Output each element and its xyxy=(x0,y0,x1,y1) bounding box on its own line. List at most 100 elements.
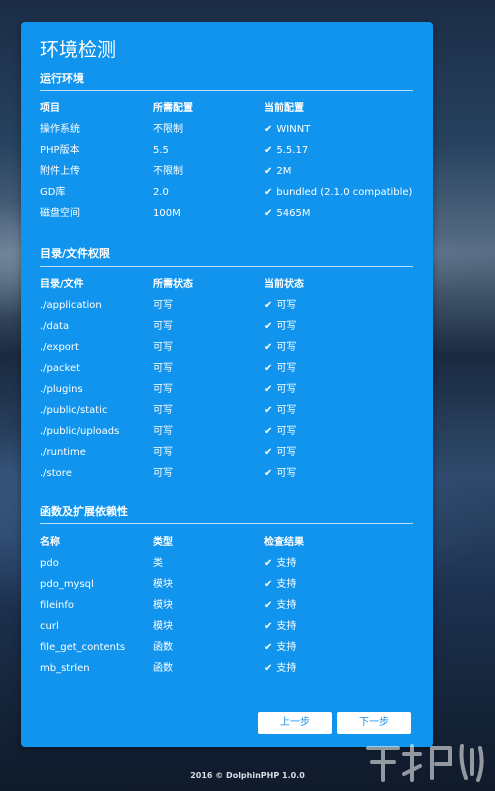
cell-required: 可写 xyxy=(153,384,173,395)
cell-path: ./packet xyxy=(40,363,81,374)
table-row: curl 模块 ✔ 支持 xyxy=(40,619,420,635)
table-row: pdo_mysql 模块 ✔ 支持 xyxy=(40,577,420,593)
cell-path: ./public/uploads xyxy=(40,426,120,437)
cell-item: 附件上传 xyxy=(40,166,80,177)
section-title-funcs: 函数及扩展依赖性 xyxy=(40,505,128,518)
cell-result-value: 支持 xyxy=(276,558,297,569)
cell-current-value: 可写 xyxy=(276,447,297,458)
cell-required: 2.0 xyxy=(153,187,169,198)
cell-name: pdo_mysql xyxy=(40,579,94,590)
cell-required: 可写 xyxy=(153,300,173,311)
divider xyxy=(40,523,413,524)
table-row: GD库 2.0 ✔ bundled (2.1.0 compatible) xyxy=(40,185,420,201)
table-row: ./public/static 可写 ✔ 可写 xyxy=(40,403,420,419)
cell-result: ✔ 支持 xyxy=(264,640,296,656)
cell-path: ./store xyxy=(40,468,72,479)
divider xyxy=(40,90,413,91)
check-icon: ✔ xyxy=(264,208,273,219)
divider xyxy=(40,266,413,267)
table-row: 磁盘空间 100M ✔ 5465M xyxy=(40,206,420,222)
cell-result-value: 支持 xyxy=(276,663,297,674)
cell-current-value: 可写 xyxy=(276,342,297,353)
cell-required: 不限制 xyxy=(153,166,183,177)
header-current: 当前配置 xyxy=(264,103,304,114)
cell-required: 可写 xyxy=(153,342,173,353)
table-row: PHP版本 5.5 ✔ 5.5.17 xyxy=(40,143,420,159)
cell-current: ✔ 5.5.17 xyxy=(264,143,308,159)
check-icon: ✔ xyxy=(264,363,273,374)
cell-current-value: 可写 xyxy=(276,468,297,479)
cell-item: 磁盘空间 xyxy=(40,208,80,219)
cell-current: ✔ 可写 xyxy=(264,361,296,377)
table-header: 项目 所需配置 当前配置 xyxy=(40,101,420,117)
cell-current: ✔ bundled (2.1.0 compatible) xyxy=(264,185,412,201)
cell-type: 函数 xyxy=(153,663,173,674)
prev-step-button[interactable]: 上一步 xyxy=(258,712,332,734)
cell-required: 可写 xyxy=(153,321,173,332)
cell-result: ✔ 支持 xyxy=(264,556,296,572)
cell-path: ./public/static xyxy=(40,405,108,416)
check-icon: ✔ xyxy=(264,405,273,416)
cell-item: PHP版本 xyxy=(40,145,80,156)
check-icon: ✔ xyxy=(264,426,273,437)
header-type: 类型 xyxy=(153,537,173,548)
install-card: 环境检测 运行环境 项目 所需配置 当前配置 操作系统 不限制 ✔ WINNT P… xyxy=(21,22,433,747)
cell-current-value: 可写 xyxy=(276,405,297,416)
cell-current-value: 可写 xyxy=(276,384,297,395)
header-required: 所需配置 xyxy=(153,103,193,114)
cell-current: ✔ WINNT xyxy=(264,122,310,138)
cell-result-value: 支持 xyxy=(276,642,297,653)
cell-current: ✔ 可写 xyxy=(264,466,296,482)
cell-current-value: bundled (2.1.0 compatible) xyxy=(276,187,413,198)
cell-current: ✔ 5465M xyxy=(264,206,310,222)
cell-item: 操作系统 xyxy=(40,124,80,135)
table-row: 操作系统 不限制 ✔ WINNT xyxy=(40,122,420,138)
cell-required: 可写 xyxy=(153,468,173,479)
next-step-button[interactable]: 下一步 xyxy=(337,712,411,734)
table-row: ./data 可写 ✔ 可写 xyxy=(40,319,420,335)
check-icon: ✔ xyxy=(264,447,273,458)
table-row: ./application 可写 ✔ 可写 xyxy=(40,298,420,314)
cell-type: 模块 xyxy=(153,579,173,590)
check-icon: ✔ xyxy=(264,621,273,632)
cell-current-value: 可写 xyxy=(276,321,297,332)
check-icon: ✔ xyxy=(264,166,273,177)
cell-item: GD库 xyxy=(40,187,66,198)
cell-current: ✔ 可写 xyxy=(264,403,296,419)
cell-name: file_get_contents xyxy=(40,642,126,653)
cell-current-value: 可写 xyxy=(276,300,297,311)
cell-required: 100M xyxy=(153,208,181,219)
check-icon: ✔ xyxy=(264,321,273,332)
table-row: mb_strlen 函数 ✔ 支持 xyxy=(40,661,420,677)
check-icon: ✔ xyxy=(264,342,273,353)
cell-type: 函数 xyxy=(153,642,173,653)
cell-current-value: 可写 xyxy=(276,363,297,374)
check-icon: ✔ xyxy=(264,663,273,674)
cell-type: 模块 xyxy=(153,600,173,611)
cell-result: ✔ 支持 xyxy=(264,598,296,614)
header-current: 当前状态 xyxy=(264,279,304,290)
section-title-dirs: 目录/文件权限 xyxy=(40,247,111,260)
cell-current: ✔ 可写 xyxy=(264,319,296,335)
table-header: 名称 类型 检查结果 xyxy=(40,535,420,551)
cell-type: 类 xyxy=(153,558,163,569)
table-row: ./runtime 可写 ✔ 可写 xyxy=(40,445,420,461)
cell-result: ✔ 支持 xyxy=(264,619,296,635)
table-row: ./store 可写 ✔ 可写 xyxy=(40,466,420,482)
check-icon: ✔ xyxy=(264,145,273,156)
check-icon: ✔ xyxy=(264,468,273,479)
header-path: 目录/文件 xyxy=(40,279,84,290)
cell-result: ✔ 支持 xyxy=(264,661,296,677)
cell-current: ✔ 2M xyxy=(264,164,291,180)
header-required: 所需状态 xyxy=(153,279,193,290)
cell-current: ✔ 可写 xyxy=(264,382,296,398)
check-icon: ✔ xyxy=(264,600,273,611)
cell-current-value: 可写 xyxy=(276,426,297,437)
check-icon: ✔ xyxy=(264,579,273,590)
table-row: ./packet 可写 ✔ 可写 xyxy=(40,361,420,377)
section-title-env: 运行环境 xyxy=(40,72,84,85)
check-icon: ✔ xyxy=(264,642,273,653)
cell-current: ✔ 可写 xyxy=(264,445,296,461)
header-item: 项目 xyxy=(40,103,60,114)
cell-result-value: 支持 xyxy=(276,579,297,590)
